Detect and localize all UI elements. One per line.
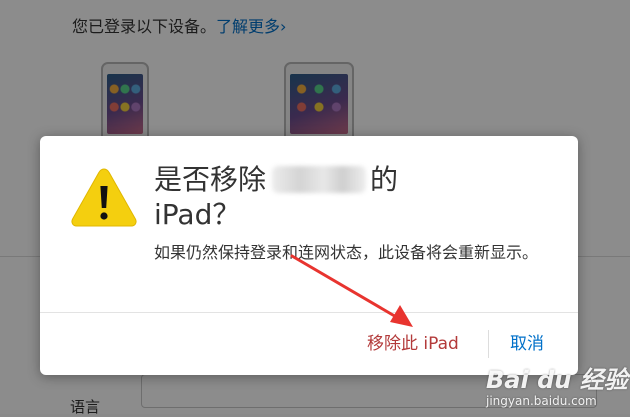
watermark-main: Bai du 经验 <box>486 366 628 394</box>
watermark-sub: jingyan.baidu.com <box>486 394 597 408</box>
dialog-divider <box>40 312 578 313</box>
warning-icon <box>71 168 137 227</box>
watermark-logo: Bai du 经验 jingyan.baidu.com <box>478 358 628 414</box>
cancel-button[interactable]: 取消 <box>510 332 544 356</box>
title-prefix: 是否移除 <box>154 163 267 196</box>
button-separator <box>488 330 489 358</box>
dialog-title: 是否移除 的 iPad？ <box>154 162 434 232</box>
title-line2: iPad？ <box>154 198 241 231</box>
dialog-message: 如果仍然保持登录和连网状态，此设备将会重新显示。 <box>154 243 539 262</box>
remove-device-dialog: 是否移除 的 iPad？ 如果仍然保持登录和连网状态，此设备将会重新显示。 移除此… <box>40 136 578 375</box>
title-suffix: 的 <box>370 163 399 196</box>
remove-ipad-button[interactable]: 移除此 iPad <box>367 332 459 356</box>
redacted-device-name <box>272 166 367 193</box>
